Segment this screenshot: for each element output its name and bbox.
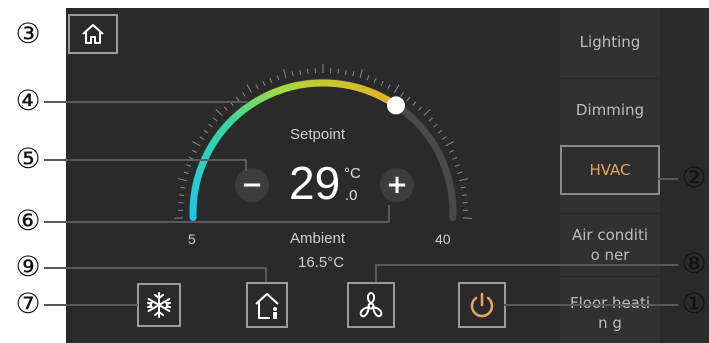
fan-icon (359, 291, 383, 318)
gauge-tick (387, 84, 391, 90)
plus-icon: + (386, 170, 408, 200)
callout-8: ⑧ (681, 247, 707, 280)
setpoint-label: Setpoint (290, 126, 346, 143)
cooling-mode-button[interactable] (137, 283, 181, 327)
increase-button[interactable]: + (380, 168, 414, 202)
gauge-tick (441, 136, 447, 140)
gauge-tick (454, 164, 460, 167)
callout-7: ⑦ (15, 287, 41, 320)
leader-line (375, 264, 678, 266)
power-button[interactable] (458, 282, 506, 328)
gauge-tick (366, 75, 370, 81)
callout-3: ③ (15, 17, 41, 50)
gauge-tick (180, 186, 186, 189)
gauge-tick (215, 109, 223, 117)
setpoint-unit: °C (344, 165, 361, 182)
leader-line (504, 304, 678, 306)
gauge-tick (291, 71, 294, 77)
gauge-tick (460, 186, 466, 189)
gauge-tick (412, 101, 417, 106)
gauge-tick (400, 92, 404, 97)
home-person-icon (255, 293, 279, 319)
gauge-tick (299, 69, 302, 75)
gauge-tick (423, 109, 431, 117)
gauge-tick (352, 71, 355, 77)
setpoint-value: 29 (289, 157, 341, 209)
gauge-tick (445, 141, 454, 147)
gauge-tick (461, 194, 467, 196)
fan-button[interactable] (347, 282, 395, 328)
gauge-tick (449, 149, 455, 153)
leader-line (44, 267, 266, 269)
gauge-tick (246, 84, 253, 93)
gauge-tick (203, 129, 209, 134)
gauge-tick (307, 68, 309, 74)
power-icon (470, 292, 494, 318)
gauge-tick (242, 92, 246, 97)
callout-2: ② (681, 161, 707, 194)
leader-line (44, 159, 246, 161)
callout-5: ⑤ (15, 142, 41, 175)
gauge-tick (373, 77, 377, 83)
gauge-tick (269, 77, 273, 83)
gauge-tick (337, 68, 339, 74)
occupancy-mode-button[interactable] (246, 282, 288, 328)
gauge-tick (199, 136, 205, 140)
gauge-tick (452, 156, 458, 160)
gauge-tick (344, 69, 347, 75)
gauge-tick (459, 178, 469, 182)
callout-1: ① (681, 287, 707, 320)
callout-6: ⑥ (15, 204, 41, 237)
setpoint-decimal: .0 (345, 187, 358, 204)
leader-line (44, 304, 138, 306)
gauge-tick (406, 96, 411, 102)
gauge-tick (179, 194, 185, 196)
leader-line (44, 101, 247, 103)
home-icon (82, 24, 104, 44)
leader-line (265, 267, 267, 282)
gauge-tick (183, 171, 189, 174)
leader-line (658, 178, 678, 180)
leader-line (388, 205, 390, 222)
gauge-tick (283, 69, 287, 79)
gauge-tick (276, 75, 280, 81)
callout-4: ④ (15, 84, 41, 117)
gauge-handle[interactable] (387, 96, 405, 115)
gauge-tick (262, 80, 266, 86)
gauge-tick (418, 106, 423, 111)
gauge-tick (191, 149, 197, 153)
callout-9: ⑨ (15, 250, 41, 283)
ambient-value: 16.5°C (298, 254, 345, 271)
gauge-tick (213, 117, 218, 122)
gauge-tick (428, 117, 433, 122)
gauge-tick (177, 178, 187, 182)
home-button[interactable] (68, 14, 118, 54)
gauge-tick (457, 171, 463, 174)
gauge-tick (437, 129, 443, 134)
gauge-tick (208, 123, 213, 128)
leader-line (375, 264, 377, 282)
snowflake-icon (147, 292, 171, 318)
scale-max-label: 40 (435, 231, 451, 247)
scale-min-label: 5 (188, 231, 196, 247)
gauge-tick (192, 141, 201, 147)
gauge-tick (359, 69, 363, 79)
minus-icon: − (241, 170, 263, 200)
ambient-label: Ambient (290, 230, 346, 247)
gauge-tick (255, 84, 259, 90)
gauge-tick (186, 164, 192, 167)
decrease-button[interactable]: − (235, 168, 269, 202)
leader-line (245, 159, 247, 171)
gauge-tick (380, 80, 384, 86)
leader-line (44, 221, 389, 223)
gauge-tick (393, 84, 400, 93)
gauge-tick (433, 123, 438, 128)
gauge-tick (223, 106, 228, 111)
